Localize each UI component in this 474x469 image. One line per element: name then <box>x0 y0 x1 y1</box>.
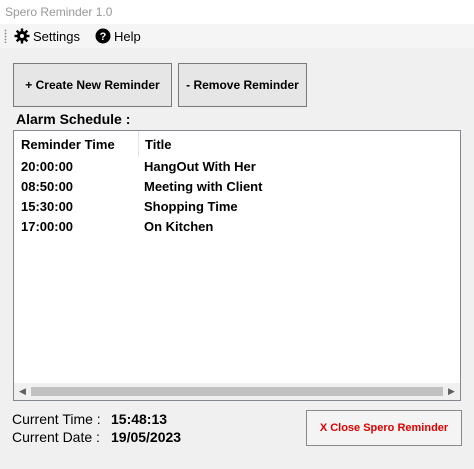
scroll-left-icon[interactable]: ◀ <box>14 383 31 400</box>
current-date-row: Current Date : 19/05/2023 <box>12 429 181 445</box>
scroll-right-icon[interactable]: ▶ <box>443 383 460 400</box>
row-time: 08:50:00 <box>21 179 74 194</box>
menu-help-label: Help <box>114 28 141 44</box>
list-rows: 20:00:00 HangOut With Her 08:50:00 Meeti… <box>14 157 460 237</box>
list-row[interactable]: 15:30:00 Shopping Time <box>14 197 460 217</box>
svg-text:?: ? <box>100 31 107 43</box>
row-title: Shopping Time <box>144 199 238 214</box>
window-title: Spero Reminder 1.0 <box>5 5 113 19</box>
gear-icon <box>14 28 30 44</box>
row-title: HangOut With Her <box>144 159 256 174</box>
menu-settings[interactable]: Settings <box>14 27 80 45</box>
alarm-schedule-heading: Alarm Schedule : <box>16 111 131 127</box>
create-reminder-button[interactable]: + Create New Reminder <box>13 63 172 107</box>
menu-grip-handle[interactable] <box>4 29 7 43</box>
menu-help[interactable]: ? Help <box>95 27 141 45</box>
list-row[interactable]: 20:00:00 HangOut With Her <box>14 157 460 177</box>
horizontal-scrollbar[interactable]: ◀ ▶ <box>14 383 460 400</box>
current-time-label: Current Time : <box>12 411 101 427</box>
remove-reminder-button[interactable]: - Remove Reminder <box>178 63 307 107</box>
list-header: Reminder Time Title <box>14 131 460 157</box>
question-circle-icon: ? <box>95 28 111 44</box>
column-header-title[interactable]: Title <box>139 131 439 157</box>
title-bar: Spero Reminder 1.0 <box>0 0 474 24</box>
menu-bar: Settings ? Help <box>0 24 474 48</box>
scrollbar-thumb[interactable] <box>31 387 443 396</box>
row-title: Meeting with Client <box>144 179 263 194</box>
current-time-value: 15:48:13 <box>111 411 168 427</box>
row-time: 20:00:00 <box>21 159 74 174</box>
current-time-row: Current Time : 15:48:13 <box>12 411 167 427</box>
menu-settings-label: Settings <box>33 28 80 44</box>
column-header-reminder-time[interactable]: Reminder Time <box>15 131 139 157</box>
list-row[interactable]: 17:00:00 On Kitchen <box>14 217 460 237</box>
list-row[interactable]: 08:50:00 Meeting with Client <box>14 177 460 197</box>
reminder-list[interactable]: Reminder Time Title 20:00:00 HangOut Wit… <box>13 130 461 401</box>
close-app-button[interactable]: X Close Spero Reminder <box>306 410 462 446</box>
row-time: 17:00:00 <box>21 219 74 234</box>
current-date-value: 19/05/2023 <box>111 429 182 445</box>
row-title: On Kitchen <box>144 219 214 234</box>
current-date-label: Current Date : <box>12 429 100 445</box>
row-time: 15:30:00 <box>21 199 74 214</box>
